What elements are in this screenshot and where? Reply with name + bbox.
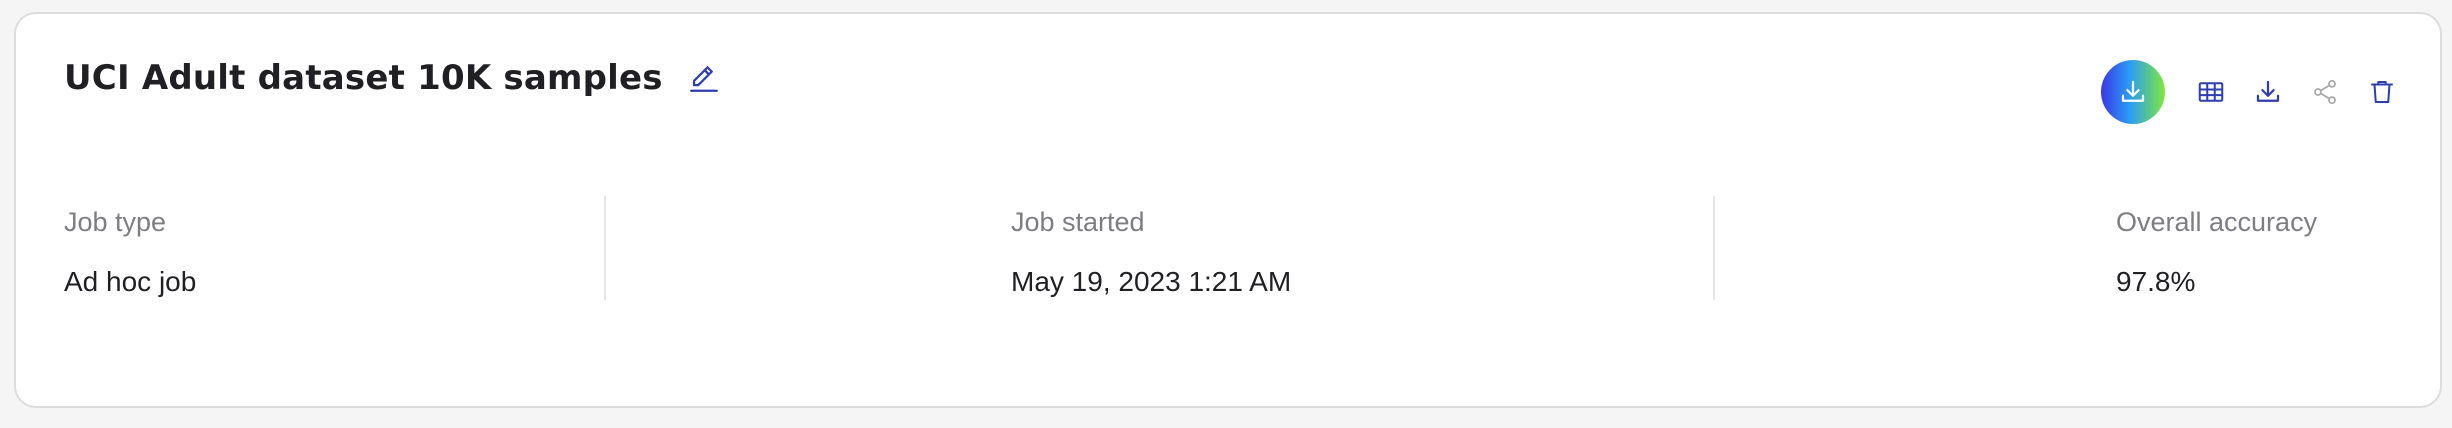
table-view-button[interactable] [2191,72,2231,112]
title-row: UCI Adult dataset 10K samples [64,58,723,98]
overall-accuracy-field: Overall accuracy 97.8% [2116,204,2317,300]
pencil-icon [689,66,718,92]
job-type-label: Job type [64,207,167,237]
job-summary-card: UCI Adult dataset 10K samples Job type A… [14,12,2442,408]
overall-accuracy-value: 97.8% [2116,266,2196,297]
page-title: UCI Adult dataset 10K samples [64,58,663,98]
trash-icon [2371,81,2393,103]
download-report-button[interactable] [2101,60,2165,124]
job-type-field: Job type Ad hoc job [64,204,196,300]
download-button[interactable] [2248,72,2288,112]
delete-button[interactable] [2362,72,2402,112]
edit-title-button[interactable] [685,59,723,97]
toolbar-actions [2101,60,2402,124]
job-started-field: Job started May 19, 2023 1:21 AM [1011,204,1291,300]
divider [1713,196,1715,300]
download-icon [2121,80,2145,102]
share-button[interactable] [2305,72,2345,112]
divider [604,196,606,300]
table-icon [2198,82,2224,102]
overall-accuracy-label: Overall accuracy [2116,207,2318,237]
share-icon [2314,79,2336,105]
job-type-value: Ad hoc job [64,266,197,297]
download-icon [2256,80,2280,102]
job-started-value: May 19, 2023 1:21 AM [1011,266,1292,297]
job-started-label: Job started [1011,207,1145,237]
